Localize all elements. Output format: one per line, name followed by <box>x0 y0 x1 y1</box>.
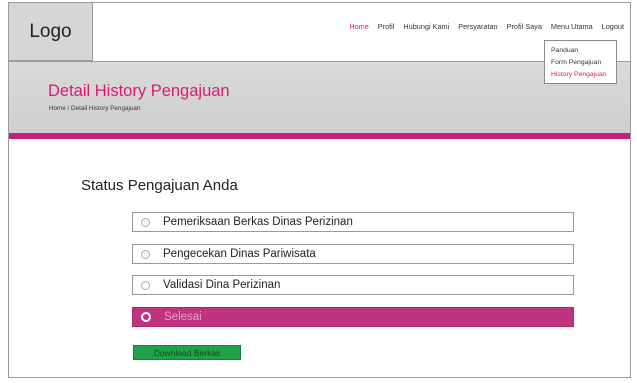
nav-profil[interactable]: Profil <box>378 22 395 31</box>
status-option-selesai[interactable]: Selesai <box>132 307 574 327</box>
nav-menu-utama[interactable]: Menu Utama <box>551 22 593 31</box>
nav-persyaratan[interactable]: Persyaratan <box>458 22 497 31</box>
status-option-label: Pemeriksaan Berkas Dinas Perizinan <box>163 216 353 228</box>
radio-icon[interactable] <box>141 280 150 290</box>
page-frame: Logo Home Profil Hubungi Kami Persyarata… <box>8 2 631 378</box>
status-title: Status Pengajuan Anda <box>81 177 238 194</box>
status-option-pengecekan[interactable]: Pengecekan Dinas Pariwisata <box>132 244 574 264</box>
nav-logout[interactable]: Logout <box>602 22 624 31</box>
status-option-validasi[interactable]: Validasi Dina Perizinan <box>132 275 574 295</box>
breadcrumb: Home / Detail History Pengajuan <box>49 105 141 112</box>
logo[interactable]: Logo <box>9 3 93 61</box>
status-option-label: Selesai <box>164 311 202 323</box>
radio-icon[interactable] <box>141 249 150 259</box>
menu-utama-dropdown: Panduan Form Pengajuan History Pengajuan <box>544 40 617 84</box>
page-banner: Detail History Pengajuan Home / Detail H… <box>9 61 630 133</box>
nav-hubungi-kami[interactable]: Hubungi Kami <box>403 22 449 31</box>
dropdown-item-form-pengajuan[interactable]: Form Pengajuan <box>545 57 616 69</box>
dropdown-item-panduan[interactable]: Panduan <box>545 45 616 57</box>
download-berkas-button[interactable]: Download Berkas <box>133 345 241 360</box>
status-option-label: Validasi Dina Perizinan <box>163 279 281 291</box>
status-option-label: Pengecekan Dinas Pariwisata <box>163 248 316 260</box>
top-nav: Home Profil Hubungi Kami Persyaratan Pro… <box>349 22 624 31</box>
nav-home[interactable]: Home <box>349 22 368 31</box>
status-option-pemeriksaan[interactable]: Pemeriksaan Berkas Dinas Perizinan <box>132 212 574 232</box>
accent-divider <box>9 133 630 139</box>
radio-icon[interactable] <box>141 217 150 227</box>
nav-profil-saya[interactable]: Profil Saya <box>507 22 542 31</box>
page-title: Detail History Pengajuan <box>48 82 230 100</box>
dropdown-item-history-pengajuan[interactable]: History Pengajuan <box>545 69 616 81</box>
radio-selected-icon[interactable] <box>141 312 151 322</box>
